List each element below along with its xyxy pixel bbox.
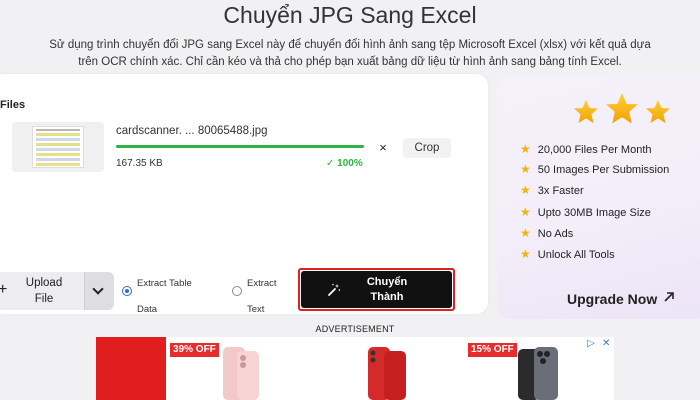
files-label: Files [0,99,26,111]
phone-image [518,347,558,400]
star-icon: ★ [520,205,531,219]
discount-badge: 39% OFF [170,343,219,357]
plus-icon: + [0,281,8,298]
page-description: Sử dụng trình chuyển đổi JPG sang Excel … [49,39,651,68]
upload-progress-text: ✓ 100% [326,158,363,169]
feature-item: ★ 3x Faster [520,183,584,197]
feature-item: ★ No Ads [520,226,574,240]
option-label-extract-table-data: Extract Table Data [137,278,192,315]
star-icon: ★ [520,226,531,240]
file-size: 167.35 KB [116,158,163,169]
option-label-extract-text: Extract Text [247,278,277,315]
phone-image [368,347,406,400]
convert-button[interactable]: Chuyển Thành [301,271,452,308]
upload-progress-fill [116,145,364,148]
feature-item: ★ 20,000 Files Per Month [520,142,652,156]
external-arrow-icon[interactable] [663,291,675,303]
radio-extract-table-data[interactable] [122,286,132,296]
star-icon: ★ [520,162,531,176]
phone-image [223,347,259,400]
radio-extract-text[interactable] [232,286,242,296]
adchoices-icon[interactable]: ▷ [587,338,595,349]
ad-brand-block [96,337,166,400]
upload-progress-bar [116,145,364,148]
feature-item: ★ Upto 30MB Image Size [520,205,651,219]
upload-file-button[interactable]: + Upload File [0,272,114,310]
crop-button[interactable]: Crop [403,138,451,158]
close-icon[interactable]: ✕ [602,338,610,349]
star-icon: ★ [520,183,531,197]
page-title: Chuyển JPG Sang Excel [223,2,477,28]
stars-icon [573,93,671,124]
file-name: cardscanner. ... 80065488.jpg [116,125,268,137]
advertisement-banner[interactable]: 39% OFF 15% OFF [96,337,614,400]
remove-file-button[interactable]: × [374,139,392,157]
star-icon: ★ [520,142,531,156]
star-icon: ★ [520,247,531,261]
upload-file-label: Upload File [25,277,63,305]
chevron-down-icon [92,283,104,295]
feature-item: ★ 50 Images Per Submission [520,162,670,176]
convert-button-label: Chuyển Thành [366,276,408,303]
advertisement-label: ADVERTISEMENT [315,324,395,334]
file-thumbnail [12,122,104,172]
upgrade-now-link[interactable]: Upgrade Now [567,291,657,307]
discount-badge: 15% OFF [468,343,517,357]
magic-wand-icon [328,283,341,296]
upload-source-dropdown[interactable] [84,272,114,310]
feature-item: ★ Unlock All Tools [520,247,615,261]
